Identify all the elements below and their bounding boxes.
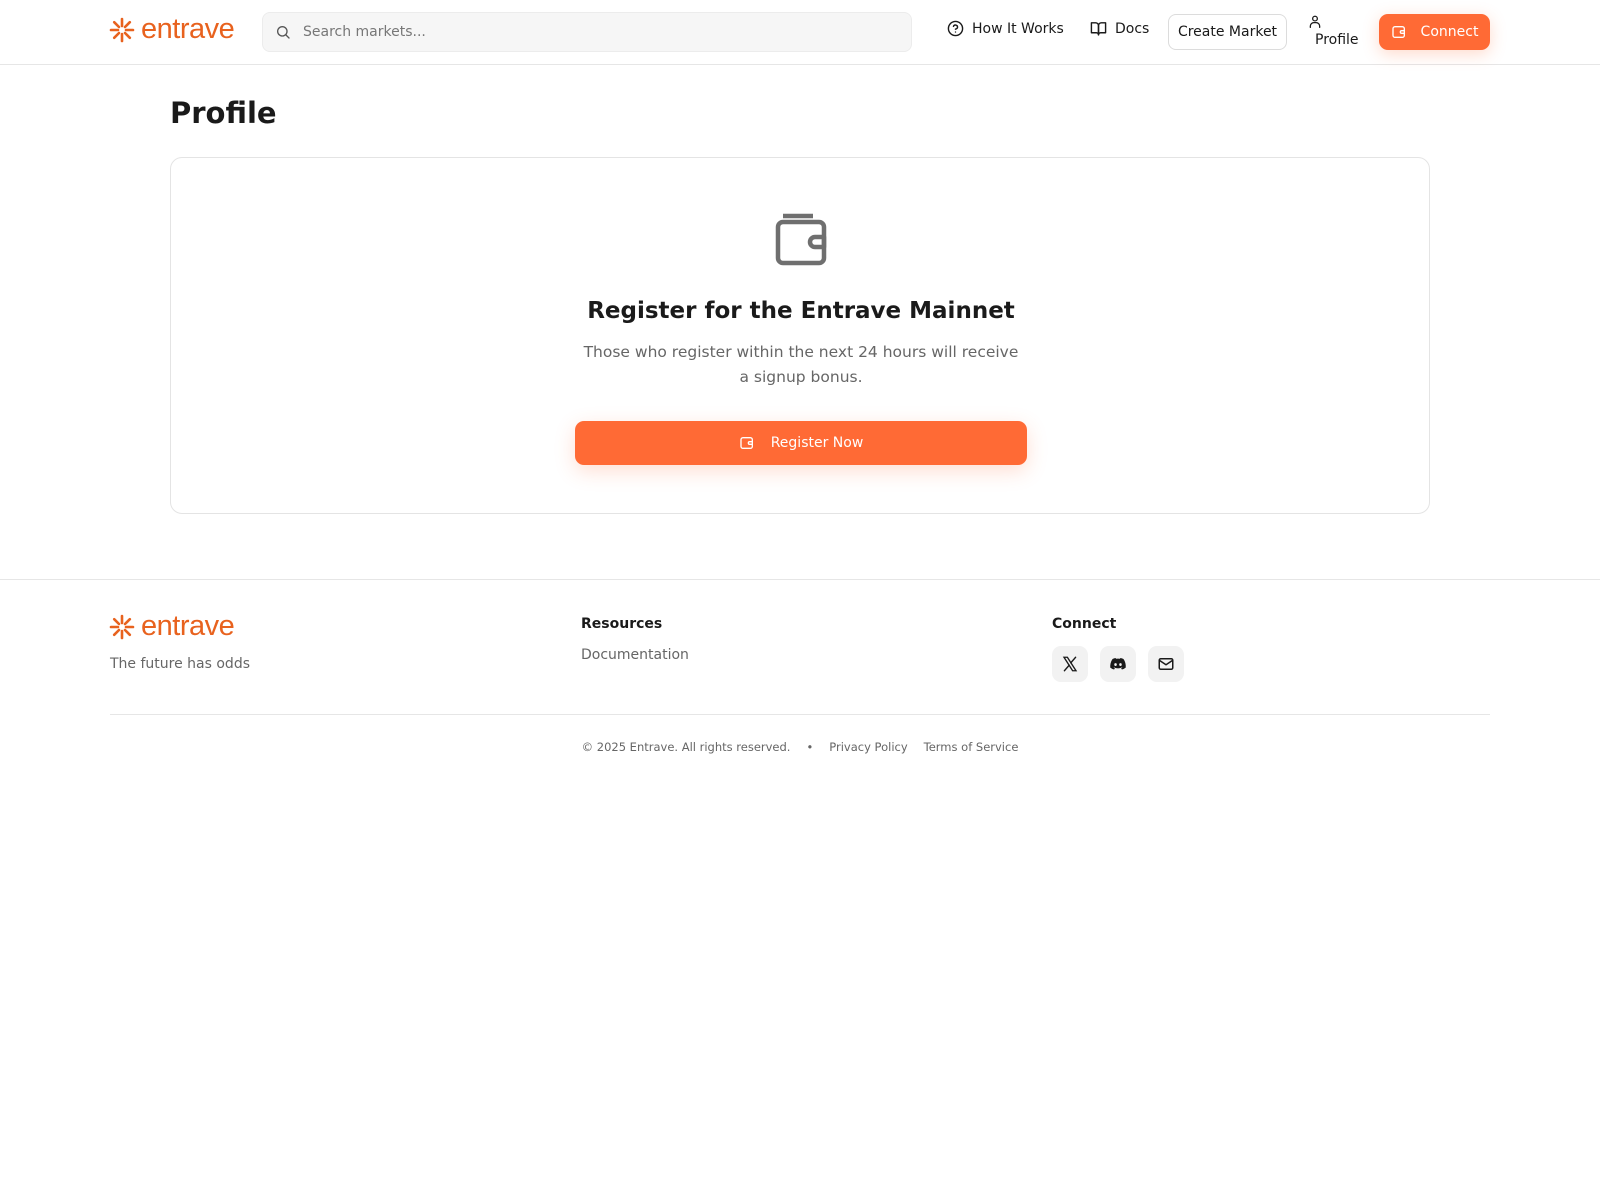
how-it-works-label: How It Works: [972, 20, 1064, 37]
register-title: Register for the Entrave Mainnet: [587, 298, 1015, 324]
copyright-text: © 2025 Entrave. All rights reserved.: [581, 740, 791, 754]
x-icon: [1062, 656, 1078, 672]
docs-label: Docs: [1115, 20, 1150, 37]
register-now-button[interactable]: Register Now: [575, 421, 1027, 465]
register-description: Those who register within the next 24 ho…: [583, 343, 1019, 386]
footer: entrave The future has odds Resources Do…: [0, 579, 1600, 779]
page-title: Profile: [170, 96, 277, 130]
search-bar[interactable]: [262, 12, 912, 52]
email-social-button[interactable]: [1148, 646, 1184, 682]
tagline: The future has odds: [110, 656, 250, 672]
footer-brand-logo[interactable]: entrave: [109, 610, 235, 643]
footer-legal: © 2025 Entrave. All rights reserved. • P…: [0, 740, 1600, 754]
discord-social-button[interactable]: [1100, 646, 1136, 682]
user-icon: [1309, 15, 1321, 28]
top-navbar: entrave How It Works Docs Create Market …: [0, 0, 1600, 65]
wallet-icon: [775, 213, 827, 266]
profile-link[interactable]: Profile: [1308, 14, 1364, 54]
privacy-policy-link[interactable]: Privacy Policy: [829, 740, 907, 754]
discord-icon: [1110, 658, 1126, 670]
register-card: Register for the Entrave Mainnet Those w…: [170, 157, 1430, 514]
mail-icon: [1158, 658, 1174, 670]
how-it-works-link[interactable]: How It Works: [947, 20, 1064, 37]
resources-heading: Resources: [581, 616, 663, 632]
documentation-link[interactable]: Documentation: [581, 647, 689, 663]
connect-button[interactable]: Connect: [1379, 14, 1490, 50]
search-input[interactable]: [303, 24, 883, 40]
brand-logo[interactable]: entrave: [109, 13, 235, 46]
x-social-button[interactable]: [1052, 646, 1088, 682]
register-now-label: Register Now: [770, 435, 864, 451]
footer-divider: [110, 714, 1490, 715]
connect-heading: Connect: [1052, 616, 1117, 632]
asterisk-logo-icon: [109, 614, 135, 639]
profile-label: Profile: [1315, 32, 1359, 48]
asterisk-logo-icon: [109, 17, 135, 42]
terms-of-service-link[interactable]: Terms of Service: [924, 740, 1019, 754]
separator-dot: •: [806, 740, 814, 754]
create-market-button[interactable]: Create Market: [1168, 14, 1287, 50]
brand-name: entrave: [141, 13, 235, 45]
footer-brand-name: entrave: [141, 610, 235, 642]
connect-label: Connect: [1420, 24, 1479, 40]
search-icon: [277, 26, 290, 39]
book-open-icon: [1090, 22, 1107, 36]
docs-link[interactable]: Docs: [1090, 20, 1149, 37]
wallet-icon: [1391, 26, 1405, 38]
wallet-icon: [740, 437, 753, 449]
help-circle-icon: [947, 20, 964, 37]
